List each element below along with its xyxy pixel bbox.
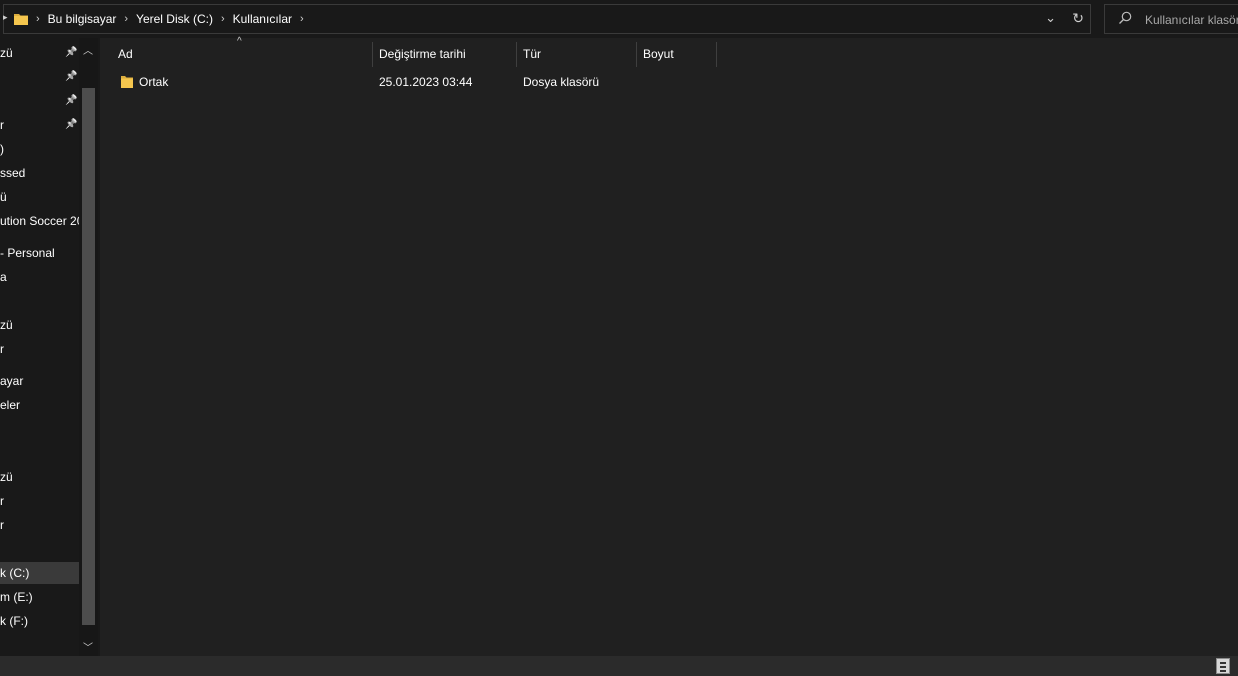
column-header-size[interactable]: Boyut [643,42,674,66]
sidebar-item-label: a [0,270,7,284]
sidebar-item[interactable]: ssed [0,162,79,184]
chevron-right-icon[interactable]: ▸ [3,12,11,23]
sidebar-item[interactable]: k (F:) [0,610,79,632]
sidebar-item[interactable]: ayar [0,370,79,392]
chevron-down-icon[interactable]: ⌄ [1045,10,1056,26]
sidebar-item[interactable]: r [0,514,79,536]
chevron-right-icon[interactable]: › [122,13,130,25]
sidebar-item[interactable]: a [0,266,79,288]
chevron-right-icon[interactable]: › [298,13,306,25]
nav-scrollbar[interactable]: ︿ ﹀ [79,38,98,656]
details-view-icon[interactable] [1216,658,1230,674]
table-row[interactable]: Ortak 25.01.2023 03:44 Dosya klasörü [100,71,1238,93]
column-divider[interactable] [372,42,373,67]
pin-icon[interactable]: 📌 [65,71,77,83]
sidebar-item-label: ayar [0,374,24,388]
sidebar-item[interactable] [0,418,79,440]
address-bar[interactable]: ▸ › Bu bilgisayar › Yerel Disk (C:) › Ku… [3,4,1091,34]
sidebar-item[interactable]: eler [0,394,79,416]
status-bar [0,656,1238,676]
folder-icon [121,76,133,88]
sidebar-item[interactable]: r [0,490,79,512]
breadcrumb-this-pc[interactable]: Bu bilgisayar [42,12,123,26]
file-name[interactable]: Ortak [139,71,168,93]
sidebar-item[interactable]: r [0,338,79,360]
sidebar-item-label: r [0,342,4,356]
search-box[interactable] [1104,4,1238,34]
sort-ascending-icon: ^ [237,36,242,47]
folder-icon [14,14,28,25]
sidebar-item[interactable]: ) [0,138,79,160]
sidebar-item-label: r [0,518,4,532]
search-icon [1119,11,1132,24]
sidebar-item[interactable] [0,538,79,560]
breadcrumb-users[interactable]: Kullanıcılar [227,12,298,26]
column-header-name[interactable]: Ad [118,42,133,66]
scrollbar-thumb[interactable] [82,88,95,625]
sidebar-item-label: zü [0,318,13,332]
sidebar-item-label: eler [0,398,21,412]
sidebar-item-label: ü [0,190,7,204]
refresh-icon[interactable]: ↻ [1072,10,1084,27]
search-input[interactable] [1145,12,1238,28]
sidebar-item[interactable]: k (C:) [0,562,79,584]
sidebar-item-label: r [0,494,4,508]
column-header-row: ^ Ad Değiştirme tarihi Tür Boyut [100,36,1238,67]
sidebar-item[interactable]: ution Soccer 20 [0,210,79,232]
sidebar-item[interactable]: ü [0,186,79,208]
pin-icon[interactable]: 📌 [65,47,77,59]
column-divider[interactable] [636,42,637,67]
sidebar-item-label: k (C:) [0,566,30,580]
sidebar-item[interactable]: - Personal [0,242,79,264]
sidebar-item-label: ution Soccer 20 [0,214,79,228]
sidebar-item[interactable] [0,290,79,312]
sidebar-item[interactable]: m (E:) [0,586,79,608]
breadcrumb: › Bu bilgisayar › Yerel Disk (C:) › Kull… [34,5,306,33]
sidebar-item-label: ssed [0,166,26,180]
address-toolbar: ▸ › Bu bilgisayar › Yerel Disk (C:) › Ku… [0,0,1238,38]
chevron-up-icon[interactable]: ︿ [83,42,93,57]
sidebar-item-label: ) [0,142,4,156]
chevron-right-icon[interactable]: › [219,13,227,25]
sidebar-item[interactable]: zü [0,314,79,336]
sidebar-item-label: zü [0,46,13,60]
column-divider[interactable] [716,42,717,67]
chevron-right-icon[interactable]: › [34,13,42,25]
sidebar-item-label: - Personal [0,246,55,260]
file-type: Dosya klasörü [523,75,600,89]
sidebar-item-label: m (E:) [0,590,33,604]
pin-icon[interactable]: 📌 [65,95,77,107]
sidebar-item-label: r [0,118,4,132]
column-divider[interactable] [516,42,517,67]
sidebar-item[interactable]: zü [0,466,79,488]
pin-icon[interactable]: 📌 [65,119,77,131]
chevron-down-icon[interactable]: ﹀ [83,639,93,654]
sidebar-item-label: zü [0,470,13,484]
column-header-type[interactable]: Tür [523,42,541,66]
file-list: ^ Ad Değiştirme tarihi Tür Boyut Ortak 2… [100,36,1238,656]
sidebar-item-label: k (F:) [0,614,28,628]
column-header-modified[interactable]: Değiştirme tarihi [379,42,466,66]
file-modified: 25.01.2023 03:44 [379,75,473,89]
breadcrumb-local-disk-c[interactable]: Yerel Disk (C:) [130,12,219,26]
